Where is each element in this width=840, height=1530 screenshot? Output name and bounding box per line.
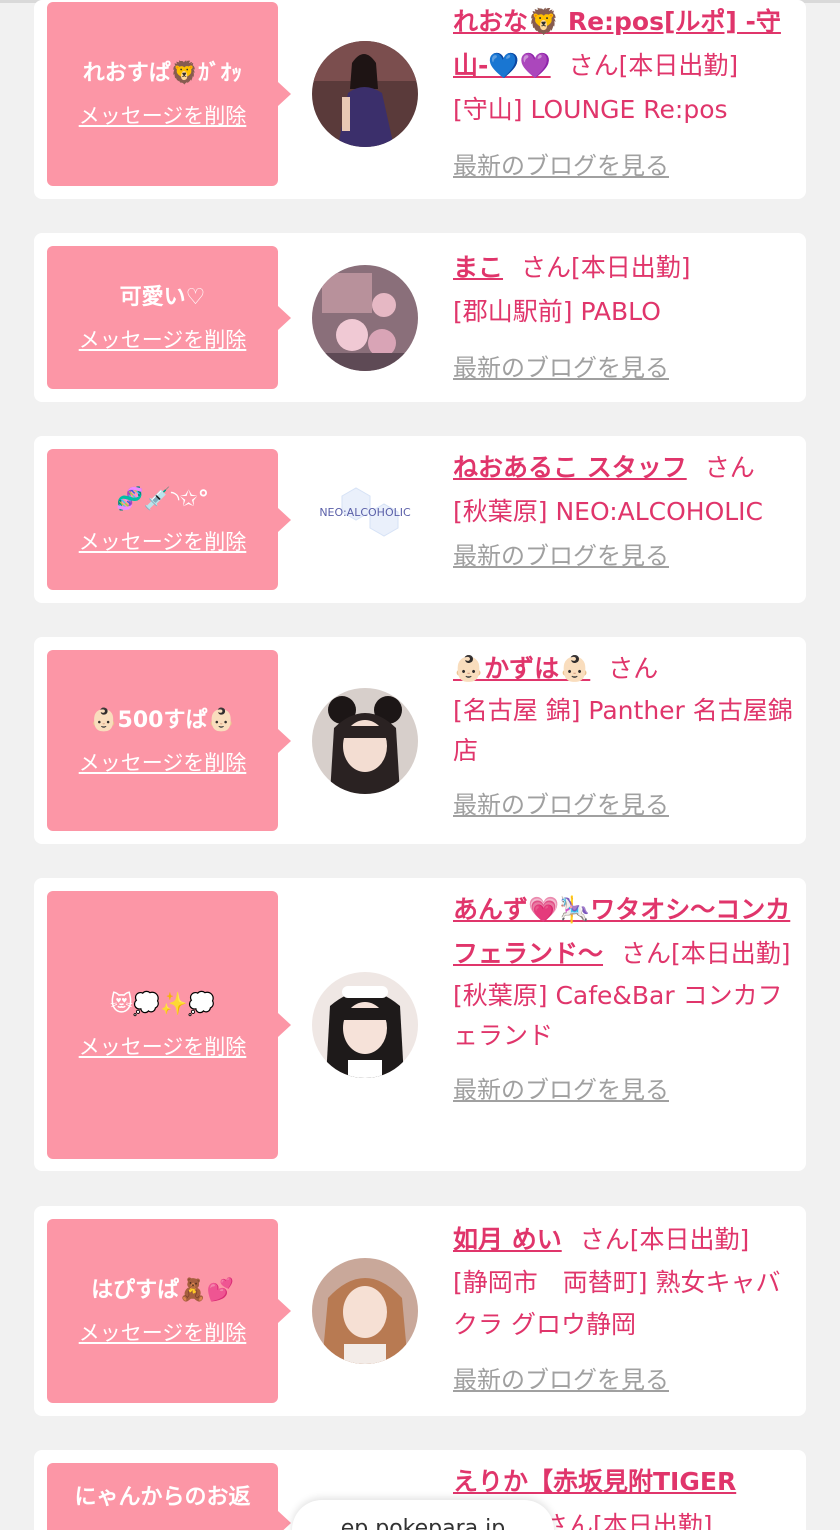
honorific: さん (621, 939, 672, 968)
honorific: さん (521, 253, 572, 282)
delete-message-link[interactable]: メッセージを削除 (79, 529, 247, 555)
browser-address-pill[interactable]: ep.pokepara.jp (292, 1500, 554, 1530)
shop-name: [秋葉原] NEO:ALCOHOLIC (453, 497, 764, 526)
message-bubble: 🧬💉◝✩° メッセージを削除 (47, 449, 291, 590)
message-card: 可愛い♡ メッセージを削除 まこ さん[本日出勤] [郡山駅前] PABLO 最新… (34, 233, 806, 402)
cast-name-link[interactable]: ねおあるこ スタッフ (453, 453, 687, 482)
latest-blog-link[interactable]: 最新のブログを見る (453, 534, 798, 578)
honorific: さん (608, 654, 659, 683)
message-bubble: 可愛い♡ メッセージを削除 (47, 246, 291, 389)
honorific: さん (704, 453, 755, 482)
svg-text:NEO:ALCOHOLIC: NEO:ALCOHOLIC (319, 506, 411, 519)
avatar[interactable]: NEO:ALCOHOLIC (312, 466, 418, 572)
message-text: にゃんからのお返 (74, 1485, 251, 1510)
honorific: さん (579, 1225, 630, 1254)
message-card: はぴすぱ🧸💕 メッセージを削除 如月 めい さん[本日出勤] [静岡市 両替町] … (34, 1206, 806, 1416)
message-bubble: れおすぱ🦁ｶﾞｵｯ メッセージを削除 (47, 2, 291, 186)
cast-name-link[interactable]: 如月 めい (453, 1225, 562, 1254)
message-card: れおすぱ🦁ｶﾞｵｯ メッセージを削除 れおな🦁 Re:pos[ルポ] -守山-💙… (34, 0, 806, 199)
cast-info: ねおあるこ スタッフ さん [秋葉原] NEO:ALCOHOLIC 最新のブログを… (453, 446, 798, 578)
avatar-photo-icon (312, 41, 418, 147)
delete-message-link[interactable]: メッセージを削除 (79, 1034, 247, 1060)
message-text: れおすぱ🦁ｶﾞｵｯ (82, 61, 243, 86)
message-bubble: 👶🏻500すぱ👶🏻 メッセージを削除 (47, 650, 291, 831)
avatar-photo-icon (312, 265, 418, 371)
work-status: [本日出勤] (593, 1511, 713, 1530)
avatar[interactable] (312, 41, 418, 147)
shop-name: [郡山駅前] PABLO (453, 297, 661, 326)
message-text: はぴすぱ🧸💕 (91, 1278, 234, 1303)
work-status: [本日出勤] (629, 1225, 750, 1254)
message-text: 👶🏻500すぱ👶🏻 (90, 707, 235, 733)
neo-alcoholic-logo-icon: NEO:ALCOHOLIC (312, 466, 418, 572)
shop-name: [静岡市 両替町] 熟女キャバクラ グロウ静岡 (453, 1268, 781, 1339)
message-bubble: 😻💭✨💭 メッセージを削除 (47, 891, 291, 1159)
cast-info: 👶🏻かずは👶🏻 さん [名古屋 錦] Panther 名古屋錦店 最新のブログを見… (453, 647, 798, 827)
cast-info: あんず💗🎠ワタオシ〜コンカフェランド〜 さん[本日出勤] [秋葉原] Cafe&B… (453, 888, 798, 1112)
honorific: さん (568, 51, 619, 80)
message-text: 😻💭✨💭 (109, 992, 216, 1017)
latest-blog-link[interactable]: 最新のブログを見る (453, 783, 798, 827)
avatar[interactable] (312, 1258, 418, 1364)
message-card: 👶🏻500すぱ👶🏻 メッセージを削除 👶🏻かずは👶🏻 さん [名古屋 錦] Pan… (34, 637, 806, 844)
cast-name-link[interactable]: えりか【赤坂見附TIGER (453, 1467, 736, 1496)
message-card: 🧬💉◝✩° メッセージを削除 NEO:ALCOHOLIC ねおあるこ スタッフさ… (34, 436, 806, 603)
cast-name-link[interactable]: 👶🏻かずは👶🏻 (453, 654, 590, 683)
avatar[interactable] (312, 972, 418, 1078)
domain-text: ep.pokepara.jp (340, 1516, 506, 1530)
latest-blog-link[interactable]: 最新のブログを見る (453, 346, 798, 390)
message-text: 可愛い♡ (119, 284, 206, 310)
latest-blog-link[interactable]: 最新のブログを見る (453, 1068, 798, 1112)
delete-message-link[interactable]: メッセージを削除 (79, 103, 247, 129)
avatar[interactable] (312, 265, 418, 371)
cast-name-link[interactable]: まこ (453, 253, 503, 282)
avatar-photo-icon (312, 972, 418, 1078)
latest-blog-link[interactable]: 最新のブログを見る (453, 1358, 798, 1402)
avatar-photo-icon (312, 1258, 418, 1364)
cast-info: れおな🦁 Re:pos[ルポ] -守山-💙💜 さん[本日出勤] [守山] LOUN… (453, 0, 798, 188)
shop-name: [秋葉原] Cafe&Bar コンカフェランド (453, 981, 783, 1050)
message-bubble: はぴすぱ🧸💕 メッセージを削除 (47, 1219, 291, 1403)
work-status: [本日出勤] (618, 51, 739, 80)
work-status: [本日出勤] (671, 939, 791, 968)
cast-info: 如月 めい さん[本日出勤] [静岡市 両替町] 熟女キャバクラ グロウ静岡 最新… (453, 1218, 798, 1402)
work-status: [本日出勤] (571, 253, 691, 282)
shop-name: [守山] LOUNGE Re:pos (453, 95, 728, 124)
avatar-photo-icon (312, 688, 418, 794)
message-list-page: れおすぱ🦁ｶﾞｵｯ メッセージを削除 れおな🦁 Re:pos[ルポ] -守山-💙… (0, 0, 840, 1530)
delete-message-link[interactable]: メッセージを削除 (79, 750, 247, 776)
delete-message-link[interactable]: メッセージを削除 (79, 327, 247, 353)
message-text: 🧬💉◝✩° (116, 486, 209, 512)
shop-name: [名古屋 錦] Panther 名古屋錦店 (453, 696, 793, 765)
latest-blog-link[interactable]: 最新のブログを見る (453, 144, 798, 188)
cast-info: まこ さん[本日出勤] [郡山駅前] PABLO 最新のブログを見る (453, 246, 798, 390)
avatar[interactable] (312, 688, 418, 794)
message-card: 😻💭✨💭 メッセージを削除 あんず💗🎠ワタオシ〜コンカフェランド〜 さん[本日出勤… (34, 878, 806, 1171)
message-bubble: にゃんからのお返 (47, 1463, 291, 1530)
delete-message-link[interactable]: メッセージを削除 (79, 1320, 247, 1346)
